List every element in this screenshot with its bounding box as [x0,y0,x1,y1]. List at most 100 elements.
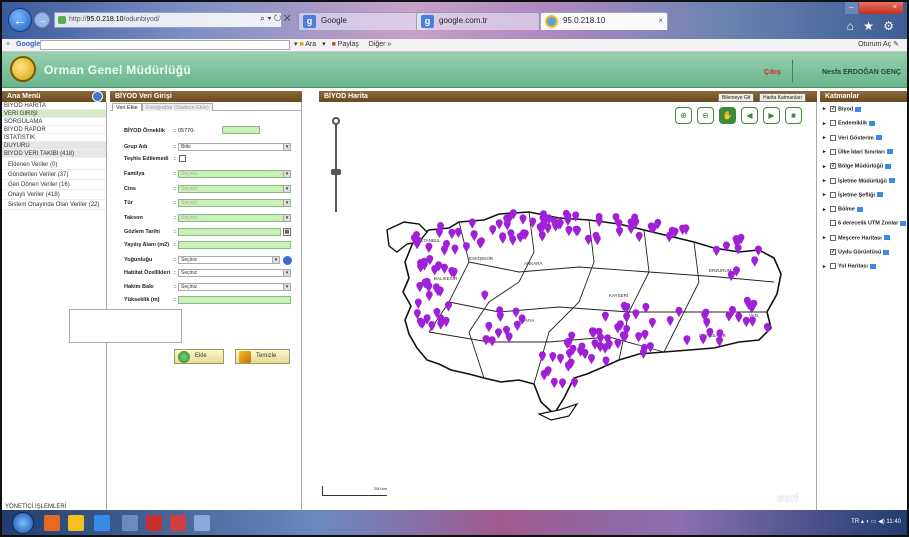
sidebar-subitem[interactable]: Geri Dönen Veriler (16) [2,180,106,190]
add-button[interactable]: Ekle [174,349,224,364]
expand-icon[interactable]: ▸ [823,264,828,270]
layer-checkbox[interactable] [830,206,836,213]
layer-checkbox[interactable]: ✓ [830,163,836,170]
layer-item[interactable]: ▸ Yol Haritası [823,263,876,270]
select-dropdown[interactable]: Seçiniz ▾ [178,185,291,193]
legend-icon[interactable] [877,192,883,198]
unidentified-checkbox[interactable] [179,155,186,162]
info-icon[interactable] [283,256,292,265]
expand-icon[interactable]: ▸ [823,164,828,170]
search-refresh-icon[interactable]: ⌕ ▾ ↻ ✕ [260,13,291,24]
select-dropdown[interactable]: Seçiniz ▾ [178,283,291,291]
help-icon[interactable] [92,91,103,102]
next-extent-icon[interactable]: ▶ [763,107,780,124]
expand-icon[interactable]: ▸ [823,149,828,155]
legend-icon[interactable] [883,235,890,241]
layer-checkbox[interactable] [830,234,836,241]
clock[interactable]: 11:40 [886,519,901,525]
layer-checkbox[interactable] [830,120,836,127]
language-indicator[interactable]: TR [851,519,859,525]
expand-icon[interactable]: ▸ [823,135,828,141]
tab-photos[interactable]: Fotoğraflar (Sadece Ekle) [142,103,213,111]
go-to-location-button[interactable]: Bilemeye Git [718,93,755,102]
legend-icon[interactable] [900,220,907,226]
previous-extent-icon[interactable]: ◀ [741,107,758,124]
back-button[interactable]: ← [8,8,32,32]
layer-checkbox[interactable] [830,148,836,155]
taskbar-pdf-icon[interactable] [146,515,162,531]
legend-icon[interactable] [875,135,882,141]
expand-icon[interactable]: ▸ [823,207,828,213]
select-dropdown[interactable]: Seçiniz ▾ [178,269,291,277]
sidebar-subitem[interactable]: Onaylı Veriler (418) [2,190,106,200]
layer-checkbox[interactable] [830,191,836,198]
sample-number-input[interactable] [222,126,260,134]
zoom-slider-top-icon[interactable] [332,117,340,125]
legend-icon[interactable] [886,149,893,155]
layer-item[interactable]: 6 derecelik UTM Zonlar [823,220,907,227]
legend-icon[interactable] [888,178,895,183]
expand-icon[interactable]: ▸ [823,121,828,127]
start-button[interactable] [12,512,34,534]
zoom-out-icon[interactable]: ⊖ [697,107,714,124]
taskbar-app-icon[interactable] [44,515,60,531]
toolbar-search-button[interactable]: ▾ ■ Ara ▾ [294,41,326,48]
tray-icons[interactable]: ▴ ◖ ▭ ◀) [861,519,887,525]
expand-icon[interactable]: ▸ [823,192,828,198]
layer-item[interactable]: ✓ Uydu Görüntüsü [823,249,890,255]
select-dropdown[interactable]: Seçiniz ▾ [178,214,291,222]
select-dropdown[interactable]: Seçiniz ▾ [178,199,291,207]
tab-active-site[interactable]: 95.0.218.10 × [540,12,668,30]
sidebar-item[interactable]: İSTATİSTİK [2,134,106,142]
sidebar-item[interactable]: BİYOD VERİ TAKİBİ (418) [2,150,106,158]
description-textarea[interactable] [69,309,182,343]
address-bar[interactable]: http://95.0.218.10/odunbiyod/ [54,12,282,28]
zoom-slider[interactable] [331,114,341,217]
expand-icon[interactable]: ▸ [823,178,828,184]
layer-item[interactable]: ▸ İşletme Şefliği [823,191,883,198]
toolbar-signin-link[interactable]: Oturum Aç ✎ [858,39,899,51]
legend-icon[interactable] [883,249,890,255]
taskbar-ie-icon[interactable] [94,515,110,531]
sidebar-item[interactable]: BİYOD HARİTA [2,102,106,110]
zoom-in-icon[interactable]: ⊕ [675,107,692,124]
text-input[interactable] [178,241,291,249]
sidebar-item[interactable]: BİYOD RAPOR [2,126,106,134]
layer-checkbox[interactable] [830,134,836,141]
google-search-input[interactable] [40,40,290,50]
select-dropdown[interactable]: Seçiniz ▾ [178,170,291,178]
close-tab-icon[interactable]: × [658,16,663,25]
legend-icon[interactable] [885,163,892,169]
forward-button[interactable]: → [34,12,50,28]
text-input[interactable] [178,296,291,304]
clear-button[interactable]: Temizle [235,349,290,364]
map-layers-button[interactable]: Harita Katmanları [759,93,806,102]
full-extent-icon[interactable]: ■ [785,107,802,124]
layer-item[interactable]: ▸ İşletme Müdürlüğü [823,177,895,184]
layer-checkbox[interactable] [830,220,836,227]
expand-icon[interactable]: ▸ [823,235,828,241]
sidebar-item[interactable]: VERİ GİRİŞİ [2,110,106,118]
sidebar-subitem[interactable]: Eklenen Veriler (0) [2,160,106,170]
layer-item[interactable]: ▸ Bölme [823,206,863,213]
tab-google-com-tr[interactable]: g google.com.tr [416,12,540,30]
date-input[interactable] [178,228,281,236]
taskbar-explorer-icon[interactable] [194,515,210,531]
sidebar-item[interactable]: DUYURU [2,142,106,150]
taskbar-window-icon[interactable] [122,515,138,531]
window-close-button[interactable]: – × [845,2,903,14]
layer-item[interactable]: ▸ Ülke İdari Sınırları [823,148,893,155]
tab-add-data[interactable]: Veri Ekle [112,103,142,111]
sidebar-subitem[interactable]: Sistem Onayında Olan Veriler (22) [2,200,106,210]
layer-item[interactable]: ▸ Veri Gösterim [823,134,882,141]
turkey-map[interactable]: İSTANBULBALIKESİRESKİŞEHİRANKARAKAYSERİK… [319,102,817,510]
toolbar-close-icon[interactable]: × [6,39,10,51]
taskbar-media-icon[interactable] [170,515,186,531]
logout-link[interactable]: Çıkış [764,69,781,76]
layer-item[interactable]: ▸ Meşcere Haritası [823,234,890,241]
sidebar-item[interactable]: SORGULAMA [2,118,106,126]
minimize-button[interactable]: – [845,2,858,14]
legend-icon[interactable] [855,106,862,112]
legend-icon[interactable] [869,263,876,269]
layer-checkbox[interactable] [830,177,836,184]
